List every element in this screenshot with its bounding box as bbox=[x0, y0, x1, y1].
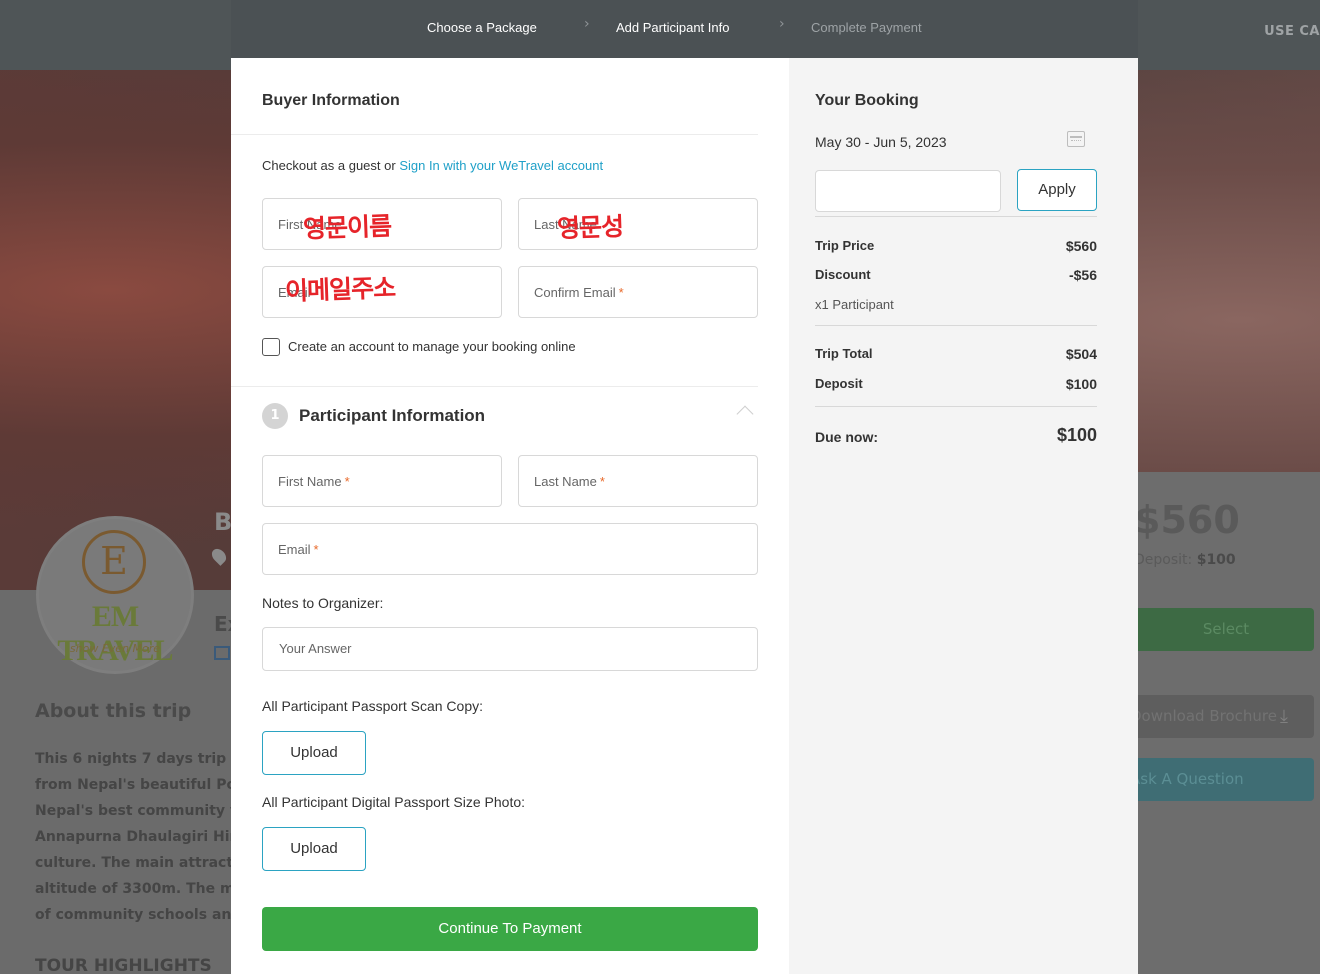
buyer-confirm-email-field[interactable]: Confirm Email * bbox=[518, 266, 758, 318]
participant-number-badge: 1 bbox=[262, 403, 288, 429]
passport-photo-label: All Participant Digital Passport Size Ph… bbox=[262, 794, 526, 810]
confirm-email-label: Confirm Email * bbox=[534, 285, 624, 300]
deposit-row: Deposit $100 bbox=[815, 376, 1097, 394]
nav-right-text: USE CA bbox=[1264, 24, 1320, 39]
participant-email-label: Email * bbox=[278, 542, 319, 557]
notes-placeholder: Your Answer bbox=[279, 641, 352, 656]
trip-title-fragment: B bbox=[214, 508, 233, 536]
download-brochure-button[interactable]: Download Brochure ⤓ bbox=[1130, 695, 1314, 738]
participant-email-field[interactable]: Email * bbox=[262, 523, 758, 575]
create-account-checkbox[interactable] bbox=[262, 338, 280, 356]
required-asterisk: * bbox=[618, 285, 624, 300]
participant-last-name-label: Last Name * bbox=[534, 474, 605, 489]
confirm-email-text: Confirm Email bbox=[534, 285, 616, 300]
booking-dates: May 30 - Jun 5, 2023 bbox=[815, 134, 947, 150]
checkout-form-panel: Buyer Information Checkout as a guest or… bbox=[231, 58, 789, 974]
required-asterisk: * bbox=[599, 474, 605, 489]
trip-total-row: Trip Total $504 bbox=[815, 346, 1097, 364]
buyer-last-name-field[interactable]: Last Name bbox=[518, 198, 758, 250]
participant-last-name-field[interactable]: Last Name * bbox=[518, 455, 758, 507]
participant-last-name-text: Last Name bbox=[534, 474, 597, 489]
divider bbox=[815, 325, 1097, 326]
about-line: This 6 nights 7 days trip to bbox=[35, 751, 231, 767]
passport-scan-upload-button[interactable]: Upload bbox=[262, 731, 366, 775]
chevron-right-icon: › bbox=[779, 16, 785, 32]
passport-scan-label: All Participant Passport Scan Copy: bbox=[262, 698, 483, 714]
divider bbox=[815, 216, 1097, 217]
participant-first-name-field[interactable]: First Name * bbox=[262, 455, 502, 507]
handwritten-first-name-annotation: 영문이름 bbox=[302, 211, 392, 244]
participant-information-title: Participant Information bbox=[299, 406, 486, 425]
notes-label: Notes to Organizer: bbox=[262, 595, 384, 611]
trip-price-value: $560 bbox=[1065, 238, 1097, 254]
required-asterisk: * bbox=[313, 542, 319, 557]
participant-first-name-label: First Name * bbox=[278, 474, 350, 489]
about-line: Nepal's best community v bbox=[35, 803, 231, 819]
divider bbox=[231, 134, 758, 135]
discount-value: -$56 bbox=[1068, 267, 1097, 283]
guest-text: Checkout as a guest or bbox=[262, 158, 400, 173]
promo-code-input[interactable] bbox=[815, 170, 1001, 212]
notes-input[interactable]: Your Answer bbox=[262, 627, 758, 671]
chevron-right-icon: › bbox=[584, 16, 590, 32]
background-deposit: Deposit: $100 bbox=[1134, 552, 1236, 568]
about-line: altitude of 3300m. The mo bbox=[35, 881, 231, 897]
step-choose-package[interactable]: Choose a Package bbox=[427, 20, 537, 35]
step-complete-payment: Complete Payment bbox=[811, 20, 922, 35]
logo-text: EM TRAVEL bbox=[57, 600, 173, 667]
due-now-row: Due now: $100 bbox=[815, 425, 1097, 447]
discount-row: Discount -$56 bbox=[815, 267, 1097, 285]
divider bbox=[231, 386, 758, 387]
participant-first-name-text: First Name bbox=[278, 474, 342, 489]
your-booking-title: Your Booking bbox=[815, 92, 919, 109]
deposit-label: Deposit bbox=[815, 376, 863, 391]
passport-photo-upload-button[interactable]: Upload bbox=[262, 827, 366, 871]
checkout-stepper: Choose a Package › Add Participant Info … bbox=[231, 0, 1138, 58]
divider bbox=[815, 406, 1097, 407]
tour-highlights-title: TOUR HIGHLIGHTS bbox=[35, 956, 212, 974]
trip-price-label: Trip Price bbox=[815, 238, 875, 253]
about-paragraph: This 6 nights 7 days trip to from Nepal'… bbox=[35, 746, 231, 928]
ask-label: Ask A Question bbox=[1130, 770, 1244, 788]
sign-in-link[interactable]: Sign In with your WeTravel account bbox=[399, 158, 603, 173]
download-icon: ⤓ bbox=[1280, 706, 1288, 727]
buyer-information-title: Buyer Information bbox=[262, 92, 400, 109]
participant-email-text: Email bbox=[278, 542, 311, 557]
due-now-label: Due now: bbox=[815, 429, 878, 445]
trip-total-value: $504 bbox=[1065, 346, 1097, 362]
trip-price-row: Trip Price $560 bbox=[815, 238, 1097, 256]
guest-checkout-text: Checkout as a guest or Sign In with your… bbox=[262, 158, 603, 173]
handwritten-email-annotation: 이메일주소 bbox=[284, 273, 396, 306]
about-line: culture. The main attractio bbox=[35, 855, 231, 871]
continue-to-payment-button[interactable]: Continue To Payment bbox=[262, 907, 758, 951]
about-line: of community schools and bbox=[35, 907, 231, 923]
calendar-icon bbox=[214, 646, 230, 660]
select-button[interactable]: Select bbox=[1138, 608, 1314, 651]
about-line: Annapurna Dhaulagiri Hin bbox=[35, 829, 231, 845]
calendar-icon bbox=[1067, 131, 1085, 147]
background-price: $560 bbox=[1134, 498, 1240, 542]
about-title: About this trip bbox=[35, 700, 192, 722]
due-now-value: $100 bbox=[1056, 425, 1097, 445]
logo-tagline: show Even More bbox=[69, 642, 161, 655]
brochure-label: Download Brochure bbox=[1130, 707, 1277, 725]
booking-summary-panel: Your Booking May 30 - Jun 5, 2023 Apply … bbox=[789, 58, 1138, 974]
trip-total-label: Trip Total bbox=[815, 346, 873, 361]
required-asterisk: * bbox=[344, 474, 350, 489]
handwritten-last-name-annotation: 영문성 bbox=[556, 211, 624, 244]
logo-e-mark: E bbox=[82, 530, 146, 594]
about-line: from Nepal's beautiful Pok bbox=[35, 777, 231, 793]
chevron-up-icon[interactable] bbox=[736, 405, 754, 423]
background-deposit-label: Deposit: bbox=[1134, 552, 1193, 568]
apply-button[interactable]: Apply bbox=[1017, 169, 1097, 211]
ask-question-button[interactable]: Ask A Question bbox=[1130, 758, 1314, 801]
participants-count: x1 Participant bbox=[815, 297, 894, 312]
create-account-label: Create an account to manage your booking… bbox=[288, 339, 576, 354]
background-deposit-value: $100 bbox=[1196, 552, 1236, 568]
select-button-label: Select bbox=[1202, 620, 1250, 638]
participants-row: x1 Participant bbox=[815, 297, 1097, 315]
step-add-participant-info[interactable]: Add Participant Info bbox=[616, 20, 729, 35]
discount-label: Discount bbox=[815, 267, 871, 282]
deposit-value: $100 bbox=[1065, 376, 1097, 392]
